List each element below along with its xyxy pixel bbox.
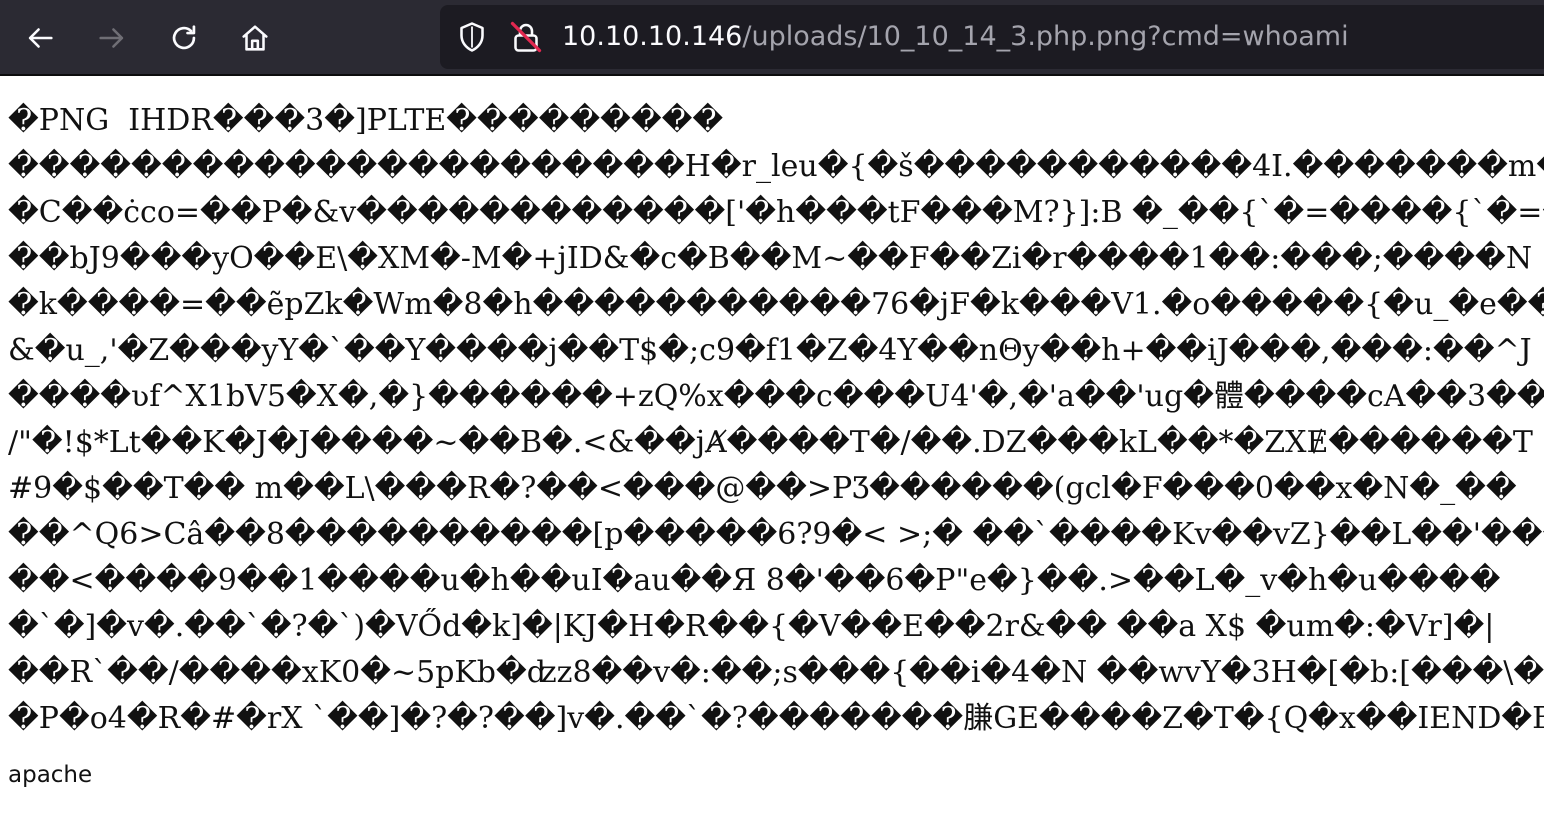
address-bar[interactable]: 10.10.10.146/uploads/10_10_14_3.php.png?… — [440, 5, 1544, 69]
url-text[interactable]: 10.10.10.146/uploads/10_10_14_3.php.png?… — [562, 18, 1349, 56]
shield-icon[interactable] — [454, 19, 490, 55]
binary-line: �P�o4�R�#�rX `��]�?�?��]v�.��`�?�������膁… — [8, 701, 1544, 736]
binary-line: ����ʋf^X1bV5�X�,�}������+zQ%x���c���U4'�… — [8, 379, 1544, 414]
binary-line: /"�!$*Lt��K�J�J����~��B�.<&��jȺ����T�/��… — [8, 425, 1533, 460]
binary-line: �k����=��ẽpZk�Wm�8�h�����������76�jF�k��… — [8, 287, 1544, 322]
binary-line: �`�]�v�.��`�?�`)�VŐd�k]�|KJ�H�R��{�V��E�… — [8, 609, 1495, 644]
home-button[interactable] — [231, 14, 279, 62]
home-icon — [242, 25, 268, 51]
forward-icon — [99, 28, 124, 48]
binary-line: #9�$��T�� m��L\���R�?��<���@��>PƷ������(… — [8, 471, 1517, 506]
browser-toolbar: 10.10.10.146/uploads/10_10_14_3.php.png?… — [0, 0, 1544, 76]
binary-line: �C��ċco=��P�&v������������['�h���tF���M?… — [8, 195, 1544, 230]
url-host: 10.10.10.146 — [562, 21, 743, 52]
binary-line: �PNG IHDR���3�]PLTE��������� — [8, 103, 724, 138]
back-button[interactable] — [16, 14, 64, 62]
binary-line: ��<����9��1����u�h��uI�au��Я 8�'��6�P"e�… — [8, 563, 1501, 598]
forward-button[interactable] — [88, 14, 136, 62]
binary-line: ��bJ9���yO��E\�XM�-M�+jID&�c�B��M~��F��Z… — [8, 241, 1533, 276]
binary-line: ��R`��/����xK0�~5pKb�ʣz8��v�:��;s���{��i… — [8, 655, 1544, 690]
reload-icon — [172, 25, 196, 50]
back-icon — [28, 28, 53, 48]
insecure-lock-icon[interactable] — [508, 19, 544, 55]
page-content: �PNG IHDR���3�]PLTE��������� ������������… — [0, 78, 1544, 830]
binary-png-dump: �PNG IHDR���3�]PLTE��������� ������������… — [8, 98, 1544, 742]
binary-line: ��^Q6>Câ��8����������[p�����6?9�< >;� ��… — [8, 517, 1544, 552]
binary-line: ����������������������H�r_leu�{�š�������… — [8, 149, 1544, 184]
command-output: apache — [8, 762, 93, 788]
url-path: /uploads/10_10_14_3.php.png?cmd=whoami — [742, 21, 1349, 52]
binary-line: &�u_,'�Z���yY�`��Y����j��T$�;c9�f1�Z�4Y�… — [8, 333, 1532, 368]
reload-button[interactable] — [160, 14, 208, 62]
